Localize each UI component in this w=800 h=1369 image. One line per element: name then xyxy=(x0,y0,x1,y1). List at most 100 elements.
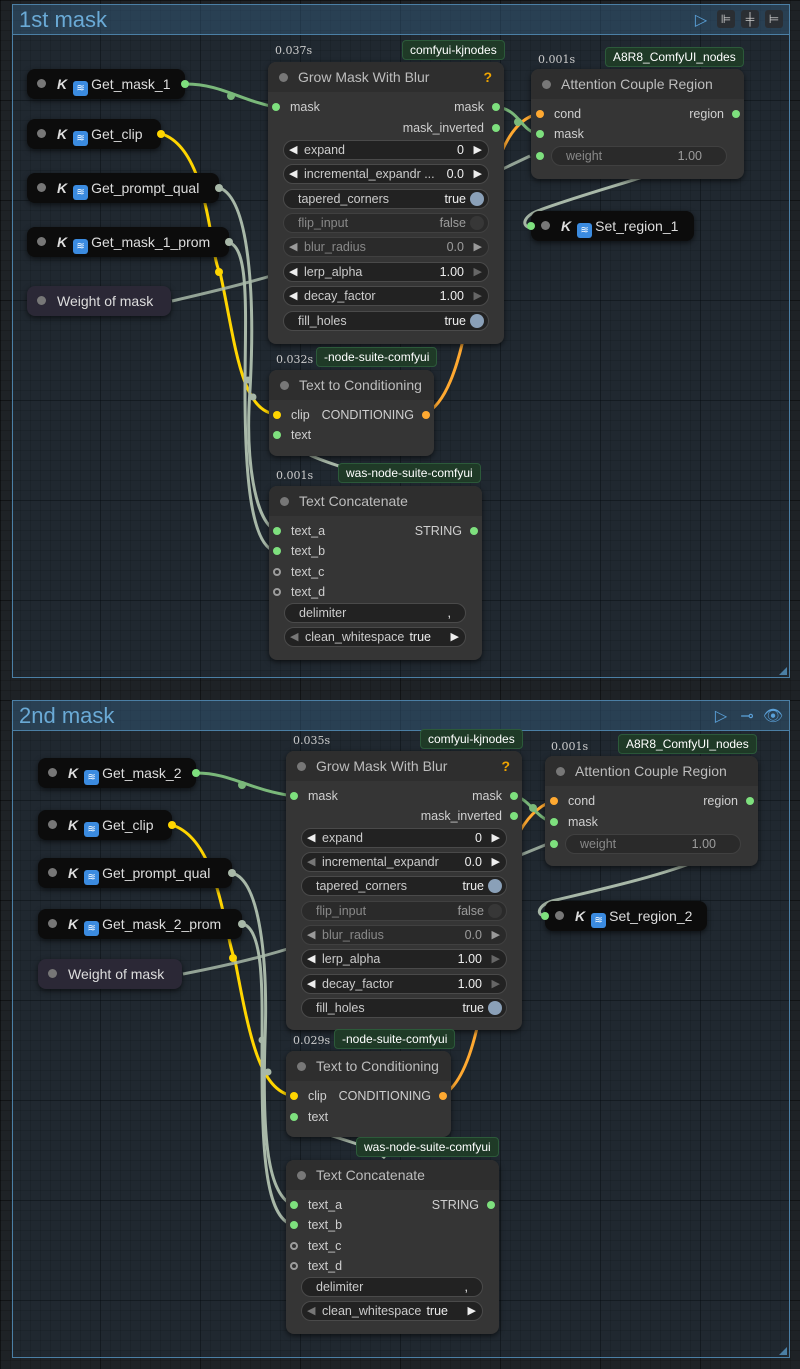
arrow-right-icon[interactable]: ▶ xyxy=(474,238,482,256)
collapse-dot-icon[interactable] xyxy=(555,911,564,920)
input-slot-mask[interactable]: mask xyxy=(290,787,338,805)
widget-incremental-expandrate[interactable]: ◀ incremental_expandr ... 0.0 ▶ xyxy=(283,164,489,184)
slot-dot-icon[interactable] xyxy=(290,792,298,800)
widget-delimiter[interactable]: delimiter, xyxy=(284,603,466,623)
collapse-dot-icon[interactable] xyxy=(297,1171,306,1180)
collapse-dot-icon[interactable] xyxy=(297,1062,306,1071)
collapse-dot-icon[interactable] xyxy=(541,221,550,230)
collapse-dot-icon[interactable] xyxy=(48,868,57,877)
arrow-left-icon[interactable]: ◀ xyxy=(307,853,315,871)
collapse-dot-icon[interactable] xyxy=(279,73,288,82)
output-slot-string[interactable]: STRING xyxy=(432,1196,495,1214)
slot-dot-icon[interactable] xyxy=(290,1242,298,1250)
help-icon[interactable]: ? xyxy=(483,62,492,92)
help-icon[interactable]: ? xyxy=(501,751,510,781)
arrow-right-icon[interactable]: ▶ xyxy=(492,975,500,993)
slot-dot-icon[interactable] xyxy=(487,1201,495,1209)
widget-fill-holes[interactable]: fill_holes true xyxy=(283,311,489,331)
output-slot-icon[interactable] xyxy=(157,130,165,138)
slot-dot-icon[interactable] xyxy=(536,130,544,138)
input-slot-clip[interactable]: clip xyxy=(273,406,310,424)
toggle-icon[interactable] xyxy=(488,1001,502,1015)
slot-dot-icon[interactable] xyxy=(510,792,518,800)
collapse-dot-icon[interactable] xyxy=(37,296,46,305)
toggle-icon[interactable] xyxy=(470,314,484,328)
collapse-dot-icon[interactable] xyxy=(280,497,289,506)
arrow-left-icon[interactable]: ◀ xyxy=(307,1302,315,1320)
output-slot-mask[interactable]: mask xyxy=(454,98,500,116)
widget-delimiter[interactable]: delimiter, xyxy=(301,1277,483,1297)
arrow-left-icon[interactable]: ◀ xyxy=(307,975,315,993)
weight-node[interactable]: Weight of mask xyxy=(38,959,182,989)
output-slot-icon[interactable] xyxy=(181,80,189,88)
grow-mask-node[interactable]: Grow Mask With Blur ? mask mask mask_inv… xyxy=(268,62,504,344)
input-slot-text-d[interactable]: text_d xyxy=(273,583,325,601)
arrow-right-icon[interactable]: ▶ xyxy=(451,628,459,646)
slot-dot-icon[interactable] xyxy=(272,103,280,111)
node-title[interactable]: Grow Mask With Blur ? xyxy=(286,751,522,781)
node-title[interactable]: Text Concatenate xyxy=(269,486,482,516)
widget-tapered-corners[interactable]: tapered_corners true xyxy=(283,189,489,209)
slot-dot-icon[interactable] xyxy=(550,797,558,805)
arrow-right-icon[interactable]: ▶ xyxy=(468,1302,476,1320)
weight-input-dot-icon[interactable] xyxy=(550,840,558,848)
widget-clean-whitespace[interactable]: ◀ clean_whitespace true ▶ xyxy=(284,627,466,647)
node-title[interactable]: Grow Mask With Blur ? xyxy=(268,62,504,92)
arrow-right-icon[interactable]: ▶ xyxy=(492,950,500,968)
output-slot-icon[interactable] xyxy=(238,920,246,928)
get-node-mask-prompt[interactable]: K ≋ Get_mask_1_prom xyxy=(27,227,233,257)
collapse-dot-icon[interactable] xyxy=(48,919,57,928)
output-slot-conditioning[interactable]: CONDITIONING xyxy=(322,406,430,424)
input-slot-mask[interactable]: mask xyxy=(536,125,584,143)
arrow-left-icon[interactable]: ◀ xyxy=(290,628,298,646)
set-node-region[interactable]: K ≋ Set_region_2 xyxy=(541,901,707,931)
widget-lerp-alpha[interactable]: ◀ lerp_alpha 1.00 ▶ xyxy=(283,262,489,282)
slot-dot-icon[interactable] xyxy=(290,1092,298,1100)
collapse-dot-icon[interactable] xyxy=(37,129,46,138)
node-title[interactable]: Text to Conditioning xyxy=(269,370,434,400)
toggle-icon[interactable] xyxy=(488,879,502,893)
toggle-icon[interactable] xyxy=(470,216,484,230)
input-slot-mask[interactable]: mask xyxy=(550,813,598,831)
output-slot-mask-inverted[interactable]: mask_inverted xyxy=(403,119,500,137)
arrow-left-icon[interactable]: ◀ xyxy=(289,287,297,305)
widget-fill-holes[interactable]: fill_holes true xyxy=(301,998,507,1018)
output-slot-icon[interactable] xyxy=(215,184,223,192)
widget-lerp-alpha[interactable]: ◀ lerp_alpha 1.00 ▶ xyxy=(301,949,507,969)
input-slot-text[interactable]: text xyxy=(290,1108,328,1126)
input-slot-text-a[interactable]: text_a xyxy=(290,1196,342,1214)
weight-input-dot-icon[interactable] xyxy=(536,152,544,160)
attention-couple-region-node[interactable]: Attention Couple Region cond region mask… xyxy=(531,69,744,179)
input-slot-cond[interactable]: cond xyxy=(550,792,595,810)
slot-dot-icon[interactable] xyxy=(550,818,558,826)
output-slot-region[interactable]: region xyxy=(689,105,740,123)
arrow-right-icon[interactable]: ▶ xyxy=(474,287,482,305)
collapse-dot-icon[interactable] xyxy=(280,381,289,390)
collapse-dot-icon[interactable] xyxy=(48,820,57,829)
widget-clean-whitespace[interactable]: ◀ clean_whitespace true ▶ xyxy=(301,1301,483,1321)
slot-dot-icon[interactable] xyxy=(510,812,518,820)
slot-dot-icon[interactable] xyxy=(492,103,500,111)
input-slot-text-b[interactable]: text_b xyxy=(273,542,325,560)
widget-decay-factor[interactable]: ◀ decay_factor 1.00 ▶ xyxy=(301,974,507,994)
collapse-dot-icon[interactable] xyxy=(556,767,565,776)
input-slot-text-d[interactable]: text_d xyxy=(290,1257,342,1275)
node-title[interactable]: Attention Couple Region xyxy=(531,69,744,99)
widget-blur-radius[interactable]: ◀ blur_radius 0.0 ▶ xyxy=(301,925,507,945)
input-slot-mask[interactable]: mask xyxy=(272,98,320,116)
collapse-dot-icon[interactable] xyxy=(48,768,57,777)
arrow-left-icon[interactable]: ◀ xyxy=(289,263,297,281)
slot-dot-icon[interactable] xyxy=(273,547,281,555)
input-slot-cond[interactable]: cond xyxy=(536,105,581,123)
slot-dot-icon[interactable] xyxy=(470,527,478,535)
get-node-prompt-qual[interactable]: K ≋ Get_prompt_qual xyxy=(38,858,236,888)
slot-dot-icon[interactable] xyxy=(290,1221,298,1229)
collapse-dot-icon[interactable] xyxy=(297,762,306,771)
slot-dot-icon[interactable] xyxy=(746,797,754,805)
text-concatenate-node[interactable]: Text Concatenate text_a STRING text_b te… xyxy=(269,486,482,660)
arrow-left-icon[interactable]: ◀ xyxy=(289,165,297,183)
input-slot-icon[interactable] xyxy=(527,222,535,230)
input-slot-text-a[interactable]: text_a xyxy=(273,522,325,540)
slot-dot-icon[interactable] xyxy=(492,124,500,132)
get-node-clip[interactable]: K ≋ Get_clip xyxy=(38,810,176,840)
